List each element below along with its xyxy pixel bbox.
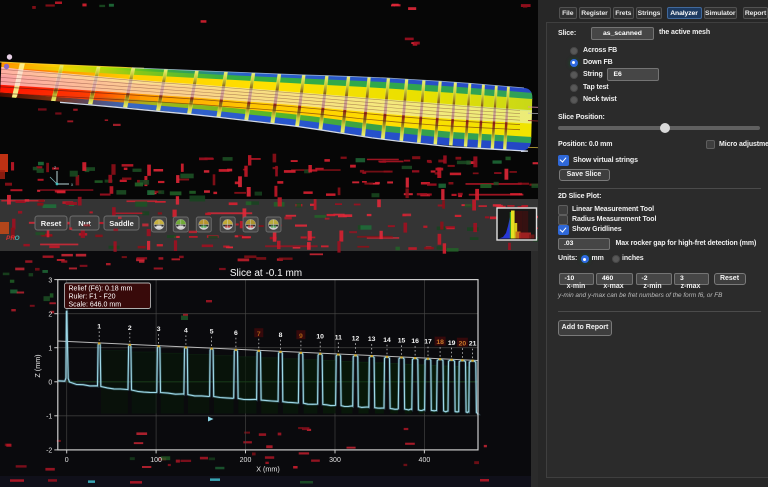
svg-text:0: 0 [65,457,69,464]
svg-text:200: 200 [240,457,252,464]
svg-text:18: 18 [436,339,444,346]
svg-text:1: 1 [48,346,52,353]
svg-text:Scale: 646.0 mm: Scale: 646.0 mm [69,301,122,308]
svg-text:X (mm): X (mm) [256,464,280,473]
svg-text:Nut: Nut [78,219,91,228]
svg-text:6: 6 [234,330,238,337]
svg-text:1: 1 [97,323,101,330]
svg-text:4: 4 [184,327,188,334]
svg-text:20: 20 [459,340,467,347]
svg-text:13: 13 [368,336,376,343]
svg-text:2: 2 [48,312,52,319]
svg-text:9: 9 [299,333,303,340]
svg-text:300: 300 [329,457,341,464]
svg-text:Reset: Reset [41,219,62,228]
svg-text:15: 15 [398,337,406,344]
svg-text:100: 100 [150,457,162,464]
svg-text:Saddle: Saddle [109,219,134,228]
svg-text:O: O [15,235,20,242]
svg-text:Ruler: F1 - F20: Ruler: F1 - F20 [69,294,116,301]
svg-text:10: 10 [316,334,324,341]
svg-text:17: 17 [424,339,432,346]
svg-text:-2: -2 [46,448,52,455]
svg-text:7: 7 [257,331,261,338]
svg-text:11: 11 [335,335,342,342]
svg-text:Relief (F6): 0.18 mm: Relief (F6): 0.18 mm [69,286,133,293]
svg-text:3: 3 [157,326,161,333]
svg-text:14: 14 [383,337,391,344]
svg-text:Slice at -0.1 mm: Slice at -0.1 mm [230,268,302,279]
svg-text:400: 400 [419,457,431,464]
svg-text:3: 3 [48,277,52,284]
svg-text:2: 2 [128,325,132,332]
svg-text:-1: -1 [46,414,52,421]
svg-text:16: 16 [411,338,419,345]
svg-text:5: 5 [210,329,214,336]
svg-text:21: 21 [469,341,477,348]
svg-text:Z (mm): Z (mm) [33,354,42,377]
svg-text:12: 12 [352,335,360,342]
svg-text:19: 19 [448,340,456,347]
svg-text:8: 8 [279,332,283,339]
svg-text:0: 0 [48,380,52,387]
